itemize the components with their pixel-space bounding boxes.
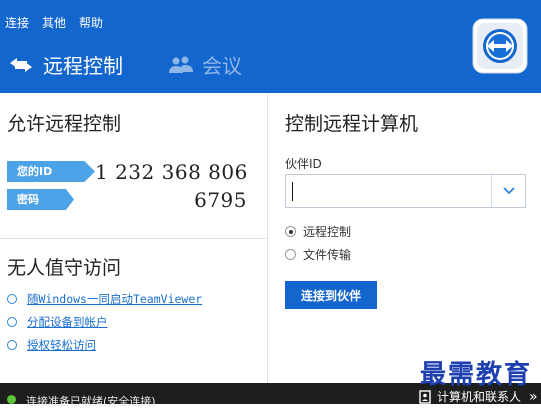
- control-remote-title: 控制远程计算机: [285, 113, 419, 135]
- id-badge: 您的ID: [7, 161, 95, 182]
- unattended-access-title: 无人值守访问: [7, 257, 122, 279]
- link-start-with-windows[interactable]: 随Windows一同启动TeamViewer: [7, 291, 202, 307]
- partner-id-field[interactable]: [285, 174, 526, 208]
- partner-id-label: 伙伴ID: [285, 157, 322, 171]
- allow-remote-title: 允许远程控制: [7, 113, 122, 135]
- tab-meeting[interactable]: 会议: [168, 50, 242, 79]
- chevron-down-icon: [502, 187, 515, 195]
- watermark-text: 最需教育: [420, 360, 533, 390]
- app-header: 连接 其他 帮助 远程控制 会议: [0, 0, 541, 93]
- link-grant-easy-access-text[interactable]: 授权轻松访问: [27, 337, 96, 353]
- contacts-icon: [419, 389, 431, 404]
- menu-bar: 连接 其他 帮助: [5, 14, 103, 31]
- link-start-with-windows-text[interactable]: 随Windows一同启动TeamViewer: [27, 291, 202, 307]
- text-caret: [292, 182, 293, 201]
- menu-extras[interactable]: 其他: [42, 14, 66, 31]
- control-remote-pane: 控制远程计算机 伙伴ID 远程控制 文件传输 连接到伙伴: [268, 93, 541, 383]
- radio-file-transfer[interactable]: 文件传输: [285, 246, 351, 263]
- section-divider: [0, 238, 267, 239]
- menu-connect[interactable]: 连接: [5, 14, 29, 31]
- circle-bullet-icon: [7, 294, 17, 304]
- status-ready-icon: [7, 395, 16, 404]
- swap-arrows-icon: [10, 57, 32, 72]
- partner-id-input[interactable]: [292, 180, 494, 204]
- link-assign-to-account-text[interactable]: 分配设备到帐户: [27, 314, 108, 330]
- link-assign-to-account[interactable]: 分配设备到帐户: [7, 314, 108, 330]
- menu-help[interactable]: 帮助: [79, 14, 103, 31]
- your-id-value[interactable]: 1 232 368 806: [95, 160, 248, 184]
- circle-bullet-icon: [7, 317, 17, 327]
- password-badge: 密码: [7, 189, 74, 210]
- radio-remote-control[interactable]: 远程控制: [285, 223, 351, 240]
- tab-meeting-label: 会议: [202, 54, 242, 78]
- radio-checked-icon[interactable]: [285, 226, 296, 237]
- connect-to-partner-button[interactable]: 连接到伙伴: [285, 281, 377, 309]
- circle-bullet-icon: [7, 340, 17, 350]
- password-value[interactable]: 6795: [194, 188, 247, 212]
- allow-remote-pane: 允许远程控制 您的ID 1 232 368 806 密码 6795 无人值守访问…: [0, 93, 268, 383]
- radio-remote-control-label: 远程控制: [303, 225, 352, 239]
- link-grant-easy-access[interactable]: 授权轻松访问: [7, 337, 96, 353]
- teamviewer-logo-icon: [472, 18, 528, 74]
- partner-id-dropdown-button[interactable]: [491, 175, 525, 207]
- radio-unchecked-icon[interactable]: [285, 249, 296, 260]
- tab-remote-control[interactable]: 远程控制: [7, 50, 123, 79]
- status-text: 连接准备已就绪(安全连接): [26, 395, 156, 408]
- tab-remote-control-label: 远程控制: [43, 54, 123, 78]
- radio-file-transfer-label: 文件传输: [303, 248, 352, 262]
- people-icon: [169, 56, 193, 73]
